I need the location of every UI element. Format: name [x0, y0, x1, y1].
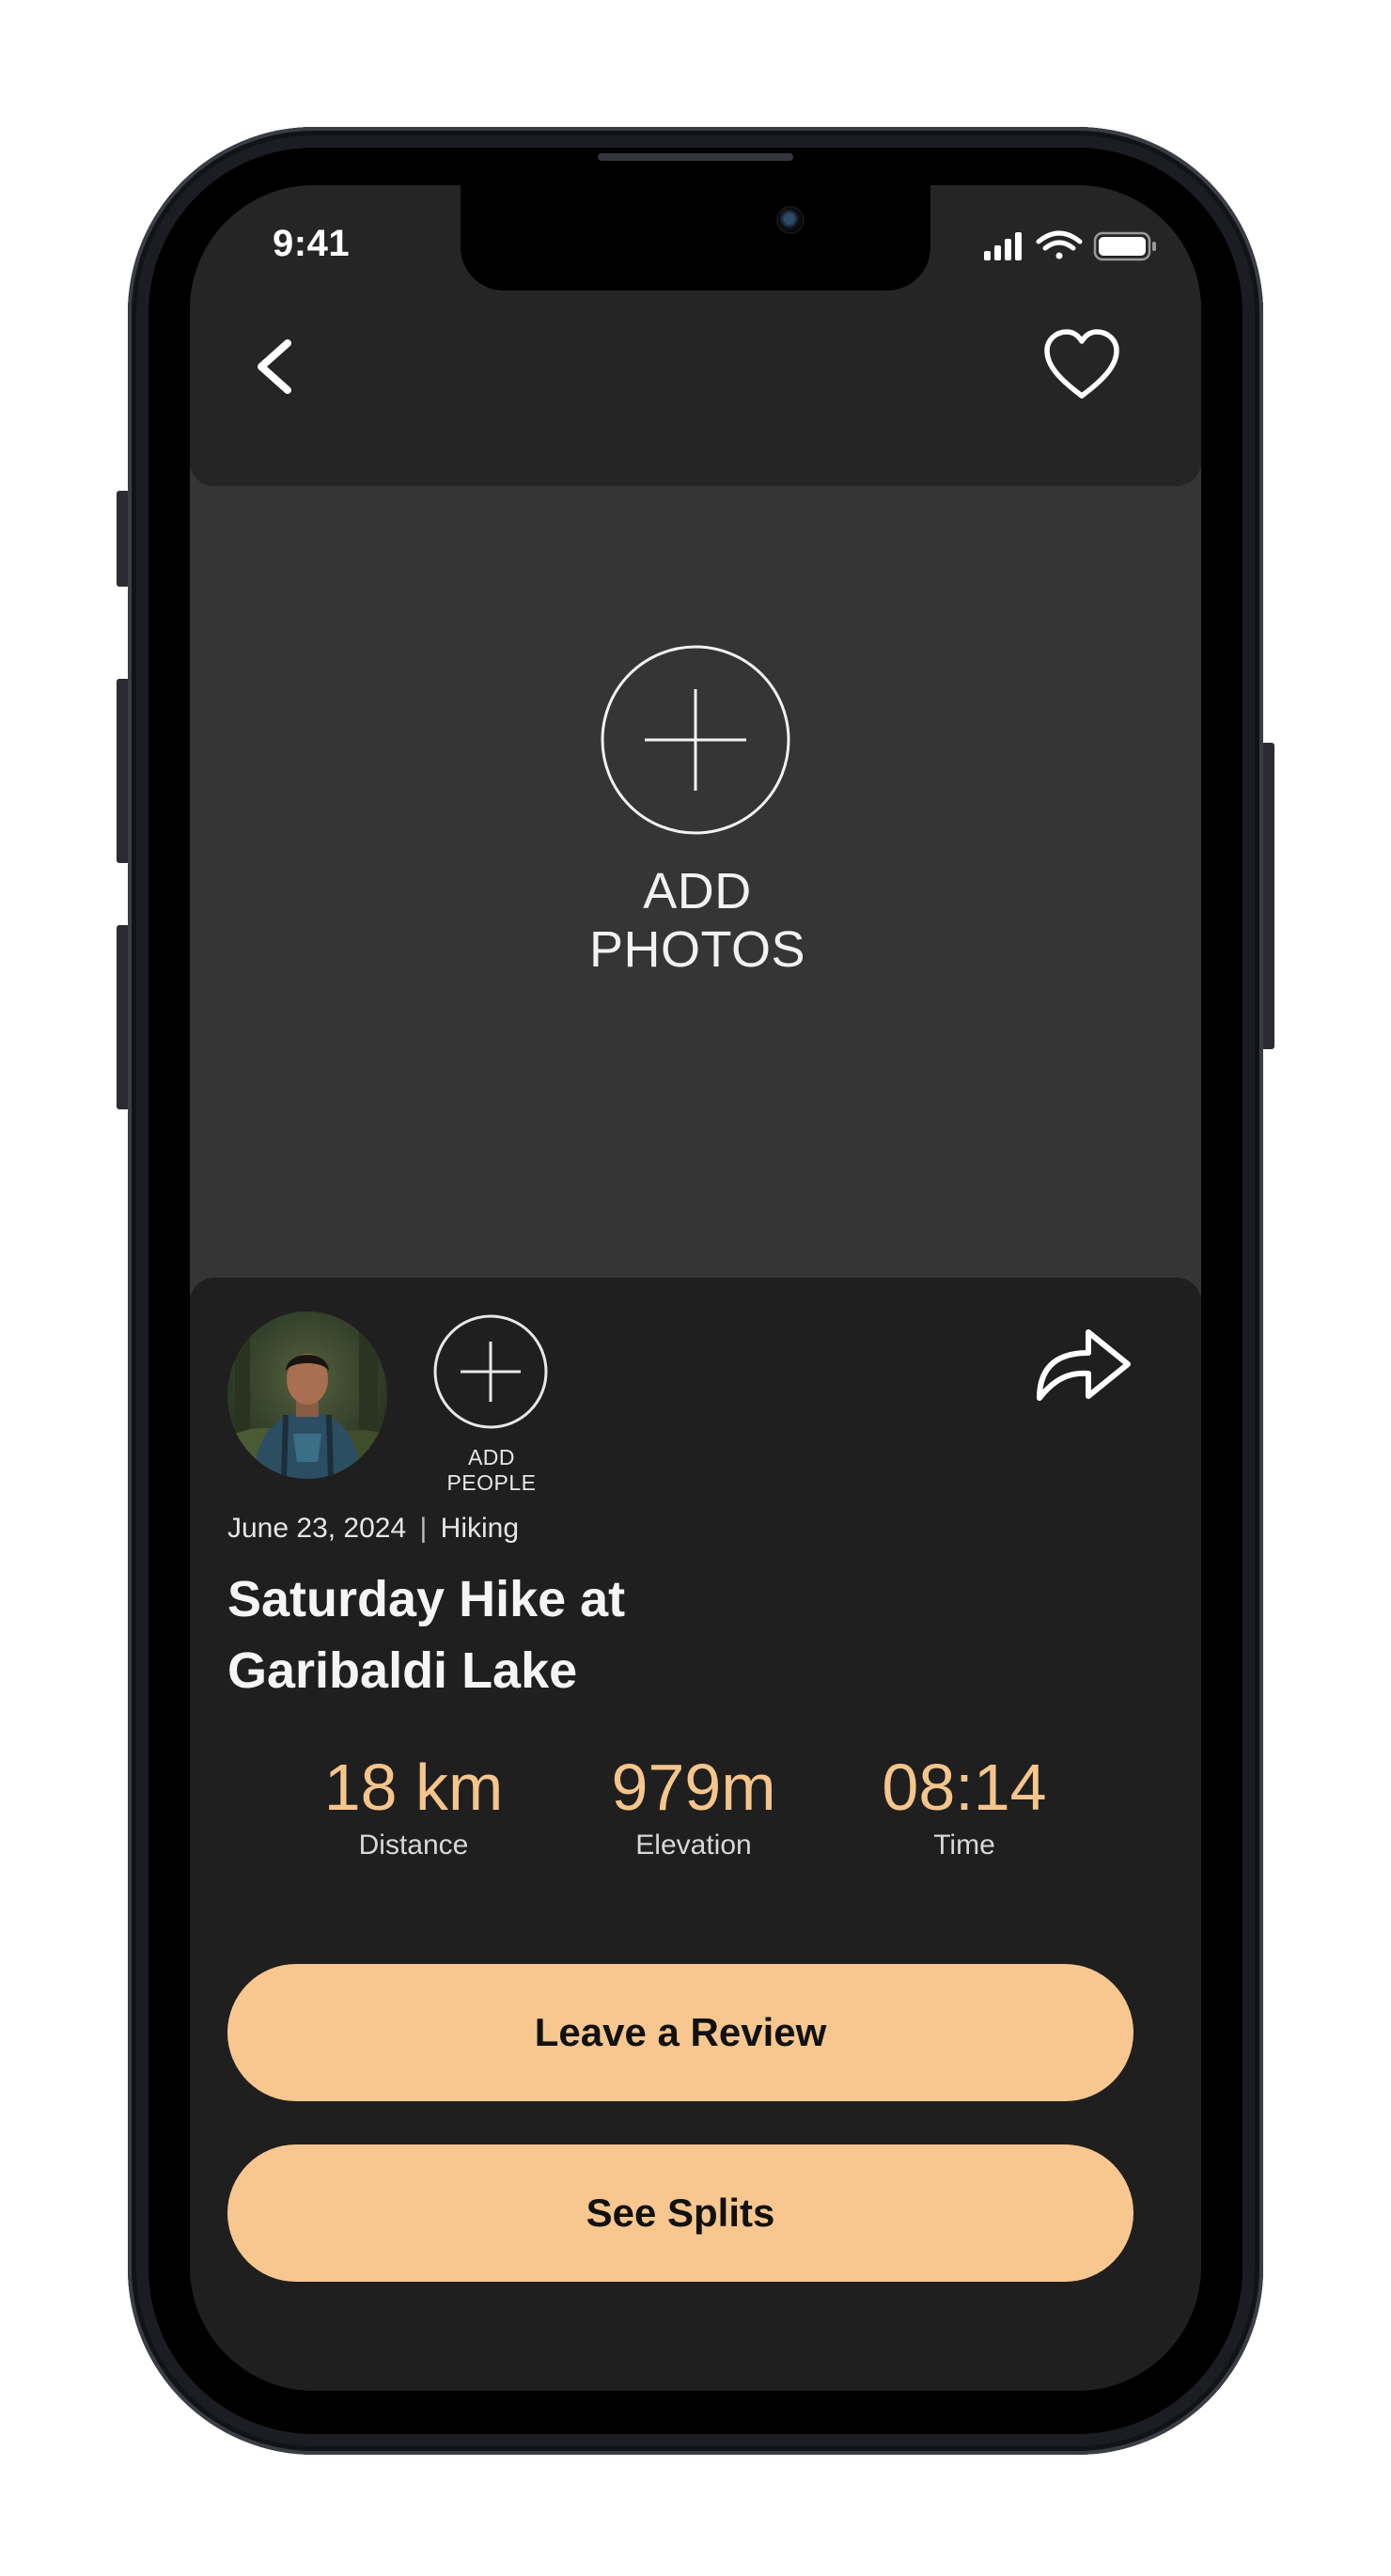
see-splits-button[interactable]: See Splits — [227, 2144, 1133, 2282]
activity-title-line1: Saturday Hike at — [227, 1571, 626, 1627]
stat-label: Distance — [358, 1830, 469, 1861]
add-photos-button[interactable]: ADD PHOTOS — [547, 644, 848, 978]
add-people-button[interactable]: ADD PEOPLE — [421, 1313, 562, 1495]
wifi-icon — [1036, 230, 1083, 259]
stat-elevation: 979m Elevation — [581, 1748, 806, 1864]
add-people-label: ADD PEOPLE — [446, 1445, 537, 1495]
front-camera — [776, 206, 805, 234]
cellular-signal-icon — [984, 232, 1022, 260]
stat-label: Time — [933, 1830, 995, 1861]
photo-area: ADD PHOTOS — [190, 467, 1201, 1295]
leave-review-button[interactable]: Leave a Review — [227, 1964, 1133, 2101]
stat-value: 979m — [611, 1751, 776, 1824]
stat-value: 08:14 — [882, 1751, 1047, 1824]
activity-stats: 18 km Distance 979m Elevation 08:14 Time — [190, 1748, 1201, 1879]
avatar[interactable] — [227, 1312, 387, 1479]
heart-icon[interactable] — [1041, 328, 1122, 403]
battery-icon — [1093, 231, 1156, 261]
plus-circle-icon — [433, 1314, 548, 1429]
stat-label: Elevation — [635, 1830, 752, 1861]
activity-info-card: ADD PEOPLE June 23, 2024 | Hiking Saturd… — [190, 1278, 1201, 2391]
activity-meta: June 23, 2024 | Hiking — [227, 1513, 519, 1545]
activity-title-line2: Garibaldi Lake — [227, 1642, 578, 1699]
notch — [461, 185, 930, 291]
stat-value: 18 km — [323, 1751, 504, 1824]
status-icons — [984, 230, 1156, 261]
app-screen: ADD PHOTOS 9:41 ADD PEOPLE June 23, 2024… — [190, 185, 1201, 2391]
plus-circle-icon — [601, 645, 790, 835]
avatar-photo — [227, 1312, 387, 1479]
add-photos-label: ADD PHOTOS — [588, 863, 806, 978]
stat-time: 08:14 Time — [852, 1748, 1077, 1864]
activity-title: Saturday Hike at Garibaldi Lake — [227, 1563, 791, 1706]
status-time: 9:41 — [273, 223, 351, 264]
power-button — [1261, 743, 1274, 1049]
back-chevron-icon[interactable] — [244, 334, 310, 400]
speaker-grille — [598, 153, 793, 161]
share-arrow-icon[interactable] — [1026, 1315, 1139, 1409]
stat-distance: 18 km Distance — [301, 1748, 526, 1864]
activity-date: June 23, 2024 — [227, 1513, 407, 1544]
activity-type: Hiking — [440, 1513, 520, 1544]
meta-separator: | — [419, 1513, 428, 1544]
